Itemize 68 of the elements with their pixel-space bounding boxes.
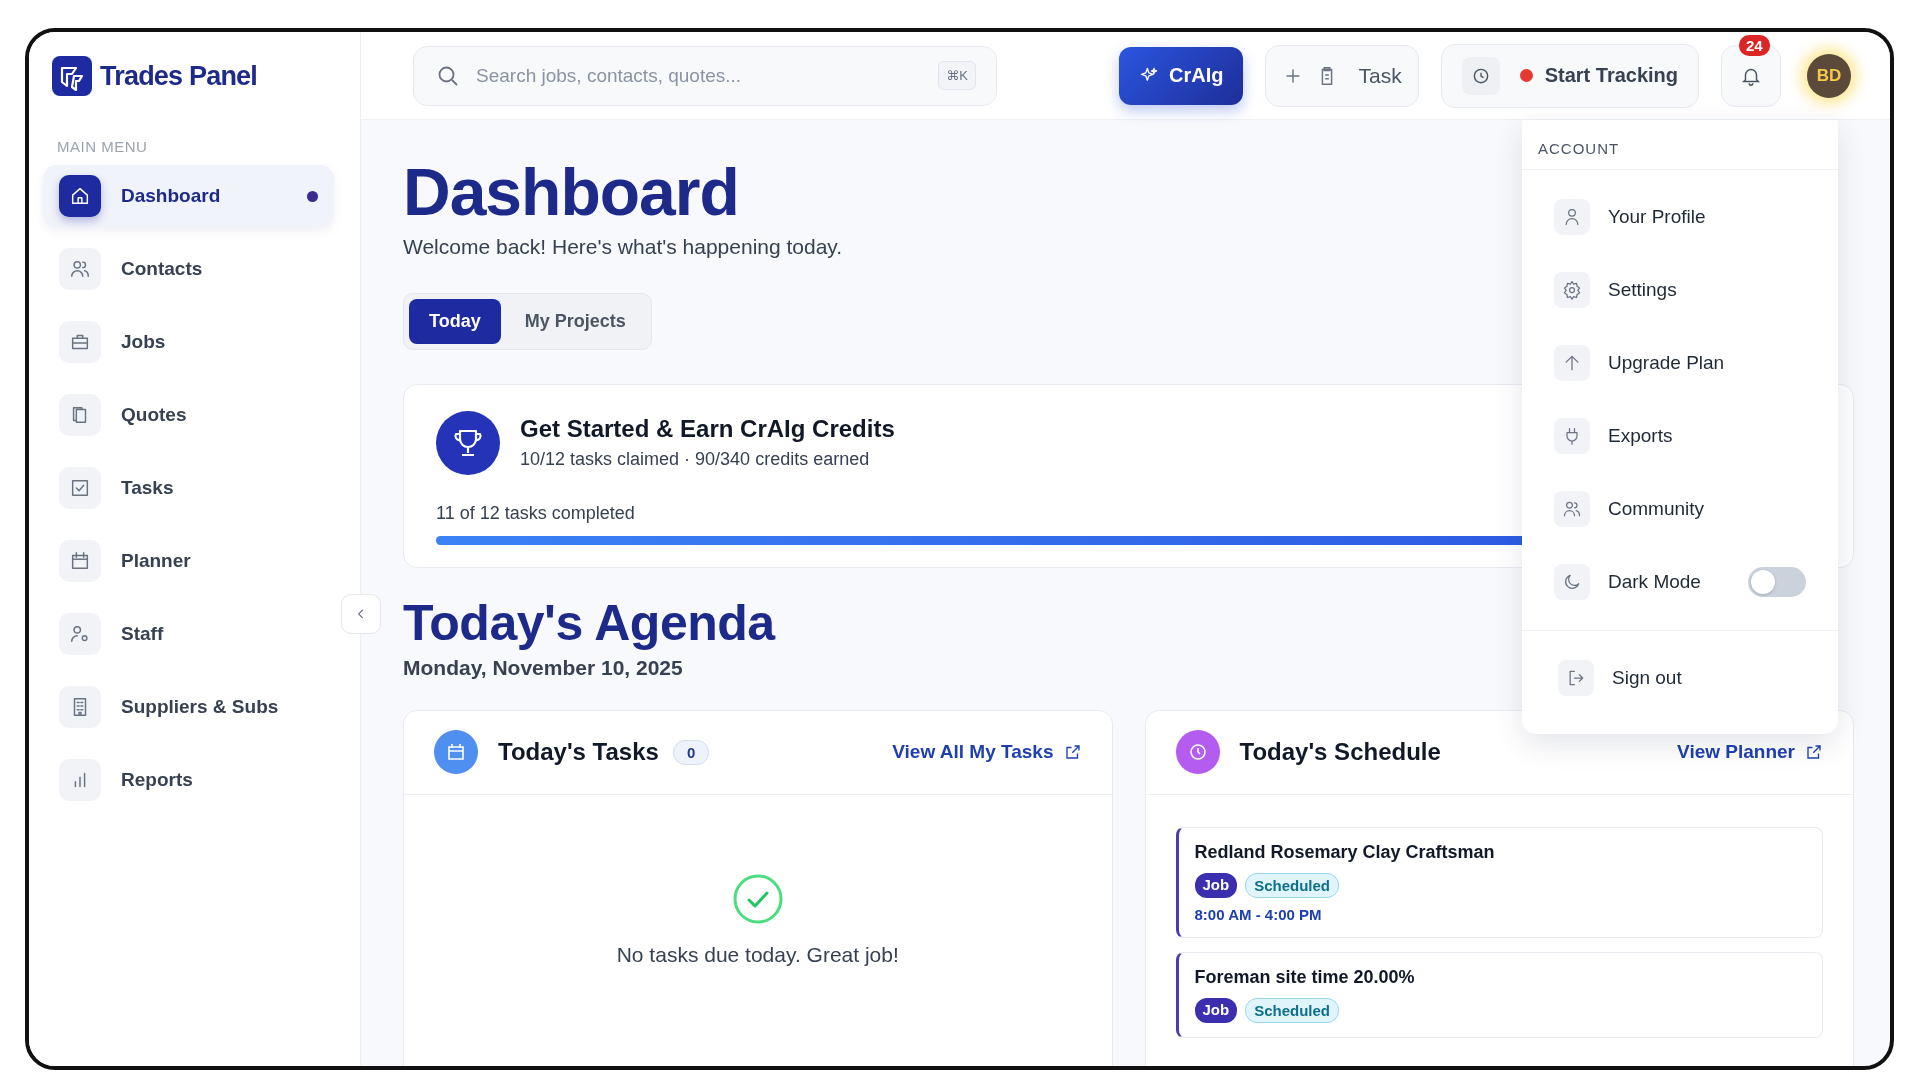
logo-icon bbox=[52, 56, 92, 96]
tab[interactable]: My Projects bbox=[504, 298, 646, 344]
calendar-icon bbox=[434, 730, 478, 775]
sidebar-item[interactable]: Staff bbox=[43, 603, 334, 665]
record-dot-icon bbox=[1519, 69, 1533, 82]
start-tracking-button[interactable]: Start Tracking bbox=[1440, 43, 1700, 108]
sidebar-item[interactable]: Dashboard bbox=[43, 165, 334, 227]
event-tag: Scheduled bbox=[1245, 872, 1340, 898]
event-title: Redland Rosemary Clay Craftsman bbox=[1194, 841, 1496, 863]
menu-item[interactable]: Upgrade Plan bbox=[1522, 326, 1838, 399]
panel-title: Today's Tasks bbox=[498, 738, 659, 767]
event-time: 8:00 AM - 4:00 PM bbox=[1194, 905, 1323, 923]
event-tag: Job bbox=[1194, 872, 1238, 898]
panel-title: Today's Schedule bbox=[1239, 738, 1441, 767]
nav-icon bbox=[69, 477, 91, 499]
sidebar-item[interactable]: Planner bbox=[43, 530, 334, 592]
menu-item[interactable]: Community bbox=[1522, 472, 1838, 545]
clock-icon bbox=[1175, 730, 1220, 775]
notification-count: 24 bbox=[1739, 34, 1770, 56]
agenda-date: Monday, November 10, 2025 bbox=[403, 655, 683, 680]
sidebar-item[interactable]: Tasks bbox=[43, 457, 334, 519]
page-title: Dashboard bbox=[403, 156, 739, 229]
search-bar[interactable]: Search jobs, contacts, quotes... ⌘K bbox=[413, 45, 997, 106]
collapse-button[interactable] bbox=[341, 594, 381, 634]
sidebar-item[interactable]: Quotes bbox=[43, 384, 334, 446]
sign-out-item[interactable]: Sign out bbox=[1526, 641, 1834, 714]
page-subtitle: Welcome back! Here's what's happening today. bbox=[403, 234, 843, 259]
nav-icon bbox=[69, 623, 91, 645]
nav-icon bbox=[69, 185, 91, 207]
brand-name: Trades Panel bbox=[100, 60, 257, 92]
sidebar-item[interactable]: Suppliers & Subs bbox=[43, 676, 334, 738]
credits-title: Get Started & Earn CrAIg Credits bbox=[520, 415, 895, 444]
sidebar-item[interactable]: Jobs bbox=[43, 311, 334, 373]
menu-item[interactable]: Exports bbox=[1522, 399, 1838, 472]
shortcut-hint: ⌘K bbox=[938, 61, 976, 90]
event-title: Foreman site time 20.00% bbox=[1194, 966, 1416, 988]
nav-icon bbox=[69, 550, 91, 572]
credits-summary: 10/12 tasks claimed · 90/340 credits earned bbox=[520, 449, 871, 471]
menu-item[interactable]: Your Profile bbox=[1522, 180, 1838, 253]
check-circle-icon bbox=[731, 872, 784, 925]
empty-message: No tasks due today. Great job! bbox=[616, 942, 899, 967]
view-planner-link[interactable]: View Planner bbox=[1677, 741, 1823, 764]
trophy-icon bbox=[436, 410, 500, 475]
sidebar-item[interactable]: Reports bbox=[43, 749, 334, 811]
schedule-event[interactable]: Foreman site time 20.00% Job Scheduled bbox=[1175, 951, 1823, 1038]
schedule-event[interactable]: Redland Rosemary Clay Craftsman Job Scheduled 8:00 AM - 4:00 PM bbox=[1175, 826, 1823, 938]
avatar-button[interactable]: BD bbox=[1807, 53, 1852, 98]
menu-heading: ACCOUNT bbox=[1522, 120, 1838, 170]
event-tag: Job bbox=[1194, 997, 1238, 1023]
task-button[interactable]: Task bbox=[1265, 44, 1419, 107]
menu-icon bbox=[1562, 279, 1582, 300]
sidebar-item[interactable]: Contacts bbox=[43, 238, 334, 300]
active-dot bbox=[307, 190, 318, 202]
progress-label: 11 of 12 tasks completed bbox=[436, 502, 635, 524]
assistant-button[interactable]: CrAIg bbox=[1119, 46, 1244, 105]
menu-heading: MAIN MENU bbox=[57, 138, 149, 155]
task-count: 0 bbox=[672, 739, 710, 765]
nav-icon bbox=[69, 258, 91, 280]
menu-item[interactable]: Dark Mode bbox=[1522, 545, 1838, 618]
external-link-icon bbox=[1063, 743, 1082, 762]
agenda-title: Today's Agenda bbox=[403, 593, 775, 652]
event-tag: Scheduled bbox=[1245, 997, 1340, 1023]
tab[interactable]: Today bbox=[409, 298, 501, 344]
menu-item[interactable]: Settings bbox=[1522, 253, 1838, 326]
external-link-icon bbox=[1805, 743, 1823, 762]
view-all-tasks-link[interactable]: View All My Tasks bbox=[892, 741, 1082, 764]
dark-mode-switch[interactable] bbox=[1748, 566, 1806, 597]
search-field[interactable]: Search jobs, contacts, quotes... bbox=[474, 63, 925, 88]
